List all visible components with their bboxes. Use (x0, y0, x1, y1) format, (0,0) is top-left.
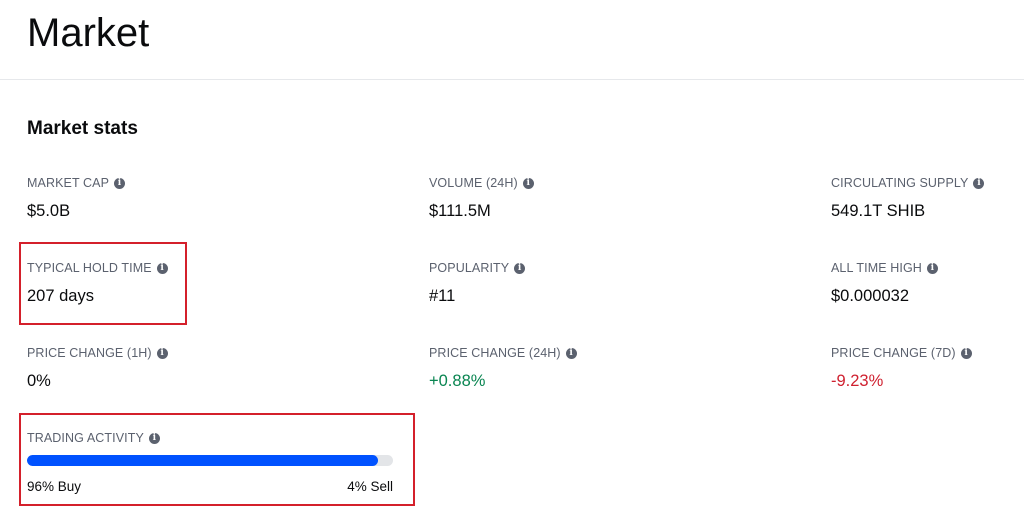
page-header: Market (0, 0, 1024, 80)
stat-label: PRICE CHANGE (7D) (831, 346, 956, 360)
stat-circulating-supply: CIRCULATING SUPPLY i 549.1T SHIB (831, 175, 1024, 221)
stat-value: 0% (27, 372, 51, 390)
stat-all-time-high: ALL TIME HIGH i $0.000032 (831, 260, 1024, 306)
stat-value: $0.000032 (831, 287, 909, 305)
info-icon[interactable]: i (514, 262, 526, 274)
stat-label: CIRCULATING SUPPLY (831, 176, 969, 190)
stat-price-change-7d: PRICE CHANGE (7D) i -9.23% (831, 345, 1024, 391)
info-icon[interactable]: i (973, 177, 985, 189)
highlight-box-trading-activity (19, 413, 415, 506)
stat-value: +0.88% (429, 372, 486, 390)
market-page: Market Market stats MARKET CAP i $5.0B V… (0, 0, 1024, 530)
stat-value: $5.0B (27, 202, 71, 220)
info-icon[interactable]: i (565, 347, 577, 359)
stat-market-cap: MARKET CAP i $5.0B (27, 175, 227, 221)
stat-price-change-24h: PRICE CHANGE (24H) i +0.88% (429, 345, 629, 391)
stat-volume-24h: VOLUME (24H) i $111.5M (429, 175, 629, 221)
stat-popularity: POPULARITY i #11 (429, 260, 629, 306)
stat-label: PRICE CHANGE (24H) (429, 346, 561, 360)
stat-value: -9.23% (831, 372, 884, 390)
section-title: Market stats (27, 118, 138, 139)
stat-label: PRICE CHANGE (1H) (27, 346, 152, 360)
stat-value: $111.5M (429, 202, 491, 220)
stat-price-change-1h: PRICE CHANGE (1H) i 0% (27, 345, 227, 391)
stat-label: VOLUME (24H) (429, 176, 518, 190)
info-icon[interactable]: i (926, 262, 938, 274)
stat-value: 549.1T SHIB (831, 202, 926, 220)
stat-label: MARKET CAP (27, 176, 110, 190)
info-icon[interactable]: i (114, 177, 126, 189)
stat-value: #11 (429, 287, 456, 305)
info-icon[interactable]: i (156, 347, 168, 359)
info-icon[interactable]: i (522, 177, 534, 189)
page-title: Market (27, 11, 150, 55)
info-icon[interactable]: i (960, 347, 972, 359)
stat-label: ALL TIME HIGH (831, 261, 922, 275)
stat-label: POPULARITY (429, 261, 510, 275)
highlight-box-hold-time (19, 242, 187, 325)
